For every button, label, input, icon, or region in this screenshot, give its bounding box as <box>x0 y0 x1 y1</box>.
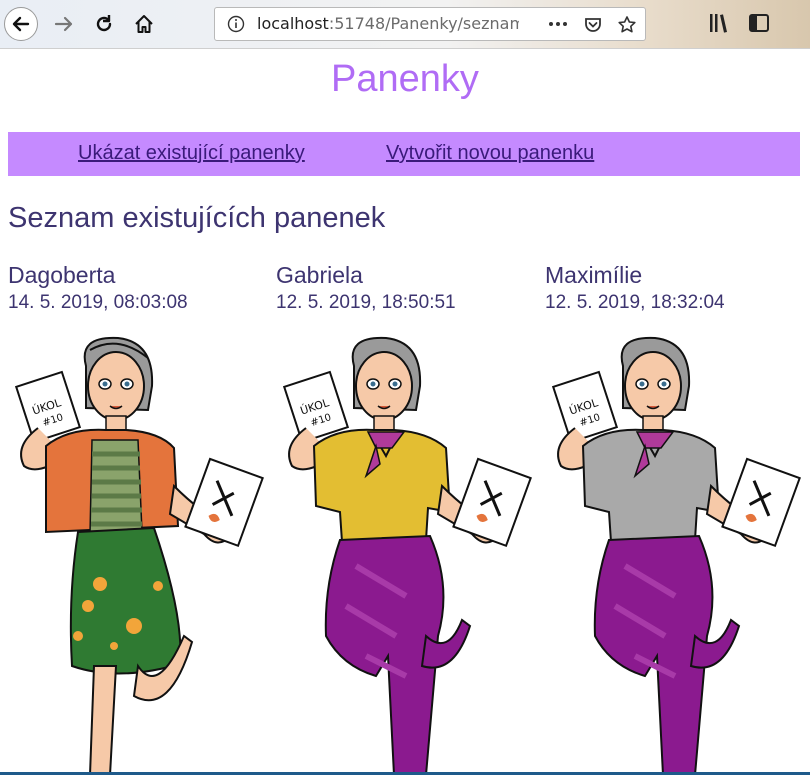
library-icon[interactable] <box>708 12 732 34</box>
task-card: ÚKOL #10 <box>14 370 82 444</box>
list-heading: Seznam existujících panenek <box>8 202 386 234</box>
doll-card: Gabriela 12. 5. 2019, 18:50:51 ÚKOL #10 <box>276 262 536 775</box>
url-bar[interactable]: localhost:51748/Panenky/seznam <box>214 7 646 41</box>
doll-date: 14. 5. 2019, 08:03:08 <box>8 292 188 313</box>
forward-arrow-icon <box>54 16 73 32</box>
doll-card: Maximílie 12. 5. 2019, 18:32:04 ÚKOL #10 <box>545 262 805 775</box>
star-icon[interactable] <box>617 15 637 35</box>
doll-name: Gabriela <box>276 262 363 288</box>
reload-button[interactable] <box>86 6 122 42</box>
info-icon[interactable] <box>227 15 245 33</box>
forward-button[interactable] <box>46 6 82 42</box>
pocket-icon[interactable] <box>583 15 603 35</box>
home-icon <box>135 15 153 33</box>
back-button[interactable] <box>3 6 39 42</box>
url-host: localhost <box>257 14 329 33</box>
doll-date: 12. 5. 2019, 18:50:51 <box>276 292 456 313</box>
home-button[interactable] <box>126 6 162 42</box>
task-card: ÚKOL #10 <box>282 370 350 444</box>
url-text: localhost:51748/Panenky/seznam <box>257 8 519 40</box>
task-card: ÚKOL #10 <box>551 370 619 444</box>
doll-illustration: ÚKOL #10 <box>282 336 532 775</box>
more-dots-icon[interactable] <box>547 15 569 33</box>
back-arrow-icon <box>12 16 30 32</box>
doll-name: Maximílie <box>545 262 643 288</box>
doll-illustration: ÚKOL #10 <box>551 336 801 775</box>
browser-toolbar: localhost:51748/Panenky/seznam <box>0 0 810 49</box>
doll-card: Dagoberta 14. 5. 2019, 08:03:08 ÚKOL #10 <box>8 262 268 775</box>
top-navigation: Ukázat existující panenky Vytvořit novou… <box>8 132 800 176</box>
nav-link-new-doll[interactable]: Vytvořit novou panenku <box>386 142 594 165</box>
reload-icon <box>96 15 112 32</box>
doll-date: 12. 5. 2019, 18:32:04 <box>545 292 725 313</box>
doll-illustration: ÚKOL #10 <box>14 336 264 775</box>
page-title: Panenky <box>331 58 479 100</box>
url-path: :51748/Panenky/seznam <box>328 14 519 33</box>
doll-name: Dagoberta <box>8 262 116 288</box>
sidebar-icon[interactable] <box>748 12 770 34</box>
nav-link-existing-dolls[interactable]: Ukázat existující panenky <box>78 142 305 165</box>
